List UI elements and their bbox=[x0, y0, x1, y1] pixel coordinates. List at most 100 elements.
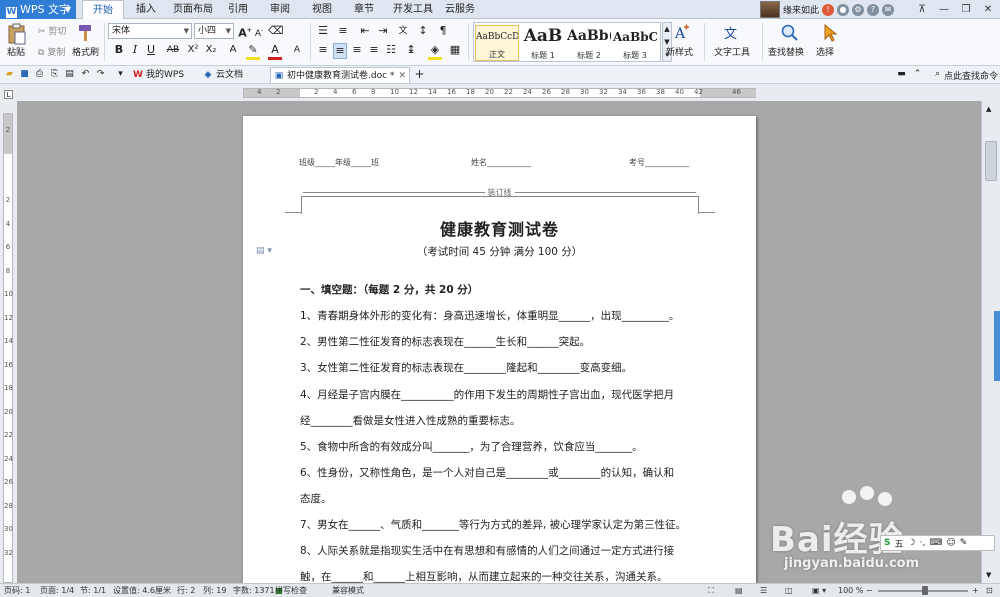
tab-view[interactable]: 视图 bbox=[306, 0, 338, 19]
copy-button[interactable]: ⧉ 复制 bbox=[38, 45, 65, 58]
help-icon[interactable]: ? bbox=[867, 3, 880, 16]
underline-button[interactable]: U bbox=[144, 43, 158, 57]
save-icon[interactable]: ■ bbox=[19, 69, 30, 80]
question-line[interactable]: 经________看做是女性进入性成熟的重要标志。 bbox=[300, 414, 699, 429]
ime-mode[interactable]: 五 bbox=[894, 537, 903, 550]
question-line[interactable]: 6、性身份，又称性角色，是一个人对自己是________或________的认知… bbox=[300, 466, 699, 481]
shading-icon[interactable]: ◈ bbox=[428, 43, 442, 60]
font-color-button[interactable]: A bbox=[268, 43, 282, 60]
doc-tab-my-wps[interactable]: W 我的WPS bbox=[130, 67, 196, 83]
skin-icon[interactable]: ● bbox=[837, 3, 850, 16]
ime-punct-icon[interactable]: ·, bbox=[920, 538, 926, 548]
line-spacing-icon[interactable]: ↨ bbox=[404, 43, 418, 57]
reading-view-icon[interactable]: ▣ ▾ bbox=[812, 584, 826, 597]
paste-label[interactable]: 粘贴 bbox=[7, 45, 25, 58]
wps-app-menu-button[interactable]: W WPS 文字 ▼ bbox=[0, 0, 76, 19]
add-tab-icon[interactable]: + bbox=[414, 68, 425, 80]
tab-developer[interactable]: 开发工具 bbox=[390, 0, 436, 19]
question-line[interactable]: 8、人际关系就是指现实生活中在有思想和有感情的人们之间通过一定方式进行接 bbox=[300, 544, 699, 559]
tab-home[interactable]: 开始 bbox=[82, 0, 124, 20]
pin-icon[interactable]: ⌃ bbox=[912, 69, 923, 80]
format-painter-label[interactable]: 格式刷 bbox=[72, 45, 99, 58]
export-pdf-icon[interactable]: ▤ bbox=[64, 69, 75, 80]
minimize-icon[interactable]: — bbox=[934, 2, 954, 17]
clear-format-icon[interactable]: ⌫ bbox=[268, 24, 284, 38]
vertical-scrollbar[interactable]: ▲ ▼ bbox=[981, 101, 1000, 583]
open-folder-icon[interactable]: ▰ bbox=[4, 69, 15, 80]
avatar[interactable] bbox=[760, 1, 780, 18]
question-line[interactable]: 1、青春期身体外形的变化有：身高迅速增长，体重明显______，出现______… bbox=[300, 309, 699, 324]
page-view-icon[interactable]: ▤ bbox=[735, 584, 743, 597]
print-preview-icon[interactable]: ⎙ bbox=[34, 69, 45, 80]
status-pages[interactable]: 页面: 1/4 bbox=[40, 584, 74, 597]
select-label[interactable]: 选择 bbox=[816, 45, 834, 58]
bold-button[interactable]: B bbox=[112, 43, 126, 57]
format-painter-button[interactable] bbox=[76, 23, 96, 43]
tab-insert[interactable]: 插入 bbox=[128, 0, 164, 19]
tab-page-layout[interactable]: 页面布局 bbox=[170, 0, 216, 19]
comment-icon[interactable]: ▬ bbox=[896, 69, 907, 80]
distribute-icon[interactable]: ☷ bbox=[384, 43, 398, 57]
chevron-down-icon[interactable]: ▾ bbox=[115, 69, 126, 80]
align-center-icon[interactable]: ≡ bbox=[333, 43, 347, 59]
ime-keyboard-icon[interactable]: ⌨ bbox=[929, 538, 942, 548]
strikethrough-button[interactable]: AB bbox=[166, 43, 180, 57]
text-effect-button[interactable]: A bbox=[226, 43, 240, 57]
close-icon[interactable]: ✕ bbox=[978, 2, 998, 17]
sort-icon[interactable]: ↕ bbox=[416, 24, 430, 38]
char-border-button[interactable]: A bbox=[290, 43, 304, 57]
find-replace-label[interactable]: 查找替换 bbox=[768, 45, 804, 58]
zoom-out-icon[interactable]: − bbox=[866, 584, 873, 597]
full-screen-icon[interactable]: ⛶ bbox=[708, 584, 714, 597]
undo-icon[interactable]: ↶ bbox=[80, 69, 91, 80]
tab-stop-selector[interactable]: L bbox=[4, 90, 13, 99]
grow-font-button[interactable]: A+ bbox=[238, 24, 252, 41]
notification-icon[interactable]: ! bbox=[822, 3, 835, 16]
feedback-icon[interactable]: ✉ bbox=[882, 3, 895, 16]
bullet-list-icon[interactable]: ☰ bbox=[316, 24, 330, 38]
zoom-slider-thumb[interactable] bbox=[922, 586, 928, 595]
section-heading[interactable]: 一、填空题：（每题 2 分，共 20 分） bbox=[300, 283, 699, 298]
style-heading-1[interactable]: AaB 标题 1 bbox=[521, 25, 565, 61]
ime-tools-icon[interactable]: ✎ bbox=[960, 538, 968, 548]
increase-indent-icon[interactable]: ⇥ bbox=[376, 24, 390, 38]
tab-review[interactable]: 审阅 bbox=[264, 0, 296, 19]
decrease-indent-icon[interactable]: ⇤ bbox=[358, 24, 372, 38]
shrink-font-button[interactable]: A- bbox=[252, 24, 266, 41]
chinese-layout-icon[interactable]: 文 bbox=[396, 24, 410, 38]
settings-icon[interactable]: ⚙ bbox=[852, 3, 865, 16]
user-name[interactable]: 缘来如此 bbox=[783, 3, 819, 16]
text-tools-label[interactable]: 文字工具 bbox=[714, 45, 750, 58]
doc-tab-active[interactable]: ▣ 初中健康教育测试卷.doc * ✕ bbox=[270, 67, 410, 83]
restore-ribbon-icon[interactable]: ⊼ bbox=[912, 2, 932, 17]
tab-references[interactable]: 引用 bbox=[222, 0, 254, 19]
close-icon[interactable]: ✕ bbox=[398, 68, 406, 84]
ime-toolbar[interactable]: S 五 ☽ ·, ⌨ ☺ ✎ bbox=[880, 535, 995, 551]
document-title[interactable]: 健康教育测试卷 bbox=[243, 216, 756, 240]
side-panel-toggle[interactable] bbox=[994, 311, 1000, 381]
question-line[interactable]: 2、男性第二性征发育的标志表现在______生长和______突起。 bbox=[300, 335, 699, 350]
style-heading-2[interactable]: AaBb( 标题 2 bbox=[567, 25, 611, 61]
cut-button[interactable]: ✂ 剪切 bbox=[38, 24, 66, 37]
question-line[interactable]: 4、月经是子宫内膜在__________的作用下发生的周期性子宫出血，现代医学把… bbox=[300, 388, 699, 403]
outline-view-icon[interactable]: ☰ bbox=[760, 584, 767, 597]
question-line[interactable]: 5、食物中所含的有效成分叫_______，为了合理营养，饮食应当_______。 bbox=[300, 440, 699, 455]
paste-button[interactable] bbox=[6, 23, 30, 47]
new-style-button[interactable]: A bbox=[672, 23, 692, 43]
horizontal-ruler[interactable]: 4 2 2 4 6 8 10 12 14 16 18 20 22 24 26 28 30 32 34 36 38 40 42… bbox=[243, 88, 756, 98]
text-tools-button[interactable]: 文 bbox=[722, 23, 742, 43]
ime-user-icon[interactable]: ☺ bbox=[946, 538, 955, 548]
status-word-count[interactable]: 字数: 1371 bbox=[233, 584, 275, 597]
tab-chapter[interactable]: 章节 bbox=[348, 0, 380, 19]
align-left-icon[interactable]: ≡ bbox=[316, 43, 330, 57]
find-replace-button[interactable] bbox=[780, 23, 800, 43]
status-page-number[interactable]: 页码: 1 bbox=[4, 584, 30, 597]
zoom-in-icon[interactable]: + bbox=[972, 584, 979, 597]
document-subtitle[interactable]: （考试时间 45 分钟 满分 100 分） bbox=[243, 244, 756, 259]
font-name-select[interactable]: 宋体 ▼ bbox=[108, 23, 192, 39]
zoom-level[interactable]: 100 % bbox=[838, 584, 863, 597]
superscript-button[interactable]: X² bbox=[186, 43, 200, 57]
maximize-icon[interactable]: ❐ bbox=[956, 2, 976, 17]
fit-page-icon[interactable]: ⊡ bbox=[986, 584, 993, 597]
document-page[interactable]: 班级_____年级_____班 姓名___________ 考号________… bbox=[243, 116, 756, 586]
